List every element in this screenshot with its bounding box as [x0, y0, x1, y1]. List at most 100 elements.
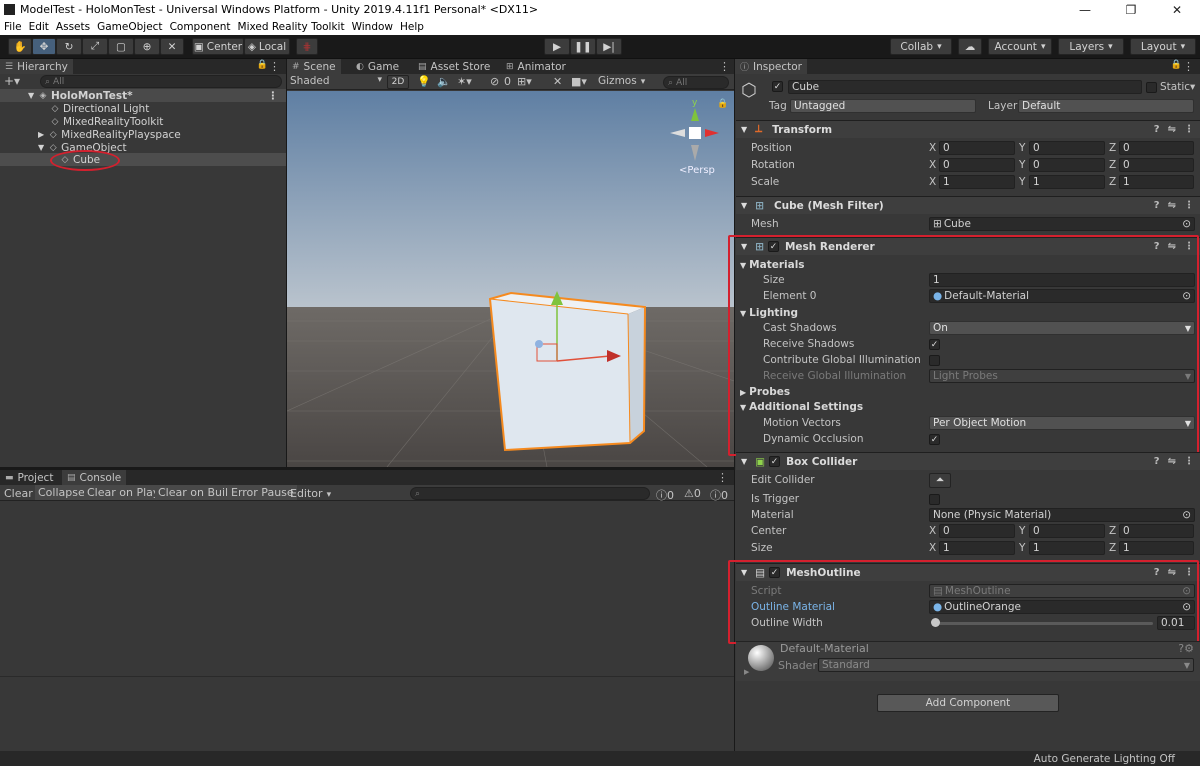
collapse-button[interactable]: Collapse: [35, 485, 88, 500]
axis-y-field[interactable]: 1: [1029, 541, 1105, 555]
cube-object[interactable]: [488, 291, 647, 452]
tab-inspector[interactable]: ⓘ Inspector: [735, 59, 807, 74]
object-picker-icon[interactable]: ⊙: [1182, 509, 1191, 521]
effects-icon[interactable]: ✶▾: [457, 75, 472, 88]
pause-button[interactable]: ❚❚: [570, 38, 596, 55]
expand-arrow-icon[interactable]: ▼: [28, 91, 34, 100]
tab-scene[interactable]: # Scene: [287, 59, 341, 74]
menu-icon[interactable]: ⋮: [1184, 456, 1194, 467]
scene-menu-icon[interactable]: ⋮: [268, 90, 279, 102]
pivot-local-button[interactable]: ◈ Local: [244, 38, 290, 55]
menu-icon[interactable]: ⋮: [1184, 200, 1194, 211]
more-icon[interactable]: ⋮: [269, 60, 280, 73]
axis-x-field[interactable]: 0: [939, 158, 1015, 172]
tag-dropdown[interactable]: Untagged: [790, 99, 976, 113]
maximize-icon[interactable]: ❐: [1108, 0, 1154, 19]
warning-count-toggle[interactable]: ⚠0: [684, 487, 701, 500]
collider-header[interactable]: ▼ ▣ ✓ Box Collider ? ⇋ ⋮: [736, 452, 1200, 470]
expand-arrow-icon[interactable]: ▼: [741, 125, 747, 134]
expand-arrow-icon[interactable]: ▼: [38, 143, 44, 152]
custom-tool-icon[interactable]: ✕: [160, 38, 184, 55]
menu-help[interactable]: Help: [400, 21, 424, 33]
add-icon[interactable]: +▾: [4, 74, 20, 88]
scene-search-input[interactable]: ⌕ All: [663, 76, 729, 89]
preset-icon[interactable]: ⇋: [1168, 456, 1176, 467]
menu-file[interactable]: File: [4, 21, 22, 33]
layout-dropdown[interactable]: Layout: [1130, 38, 1196, 55]
expand-arrow-icon[interactable]: ▶: [38, 130, 44, 139]
more-icon[interactable]: ⋮: [719, 60, 730, 73]
material-help-icon[interactable]: ?⚙: [1178, 642, 1194, 655]
mode-2d-button[interactable]: 2D: [387, 75, 409, 89]
hand-tool-icon[interactable]: ✋: [8, 38, 32, 55]
perspective-label[interactable]: <Persp: [679, 165, 715, 176]
transform-header[interactable]: ▼ ⟂ Transform ? ⇋ ⋮: [736, 120, 1200, 138]
menu-assets[interactable]: Assets: [56, 21, 90, 33]
axis-y-field[interactable]: 0: [1029, 158, 1105, 172]
hidden-objects-icon[interactable]: ⊘: [490, 75, 499, 88]
hierarchy-item-selected[interactable]: ◇ Cube: [0, 153, 286, 166]
light-icon[interactable]: 💡: [417, 75, 431, 88]
more-icon[interactable]: ⋮: [1183, 60, 1194, 73]
shader-dropdown[interactable]: Standard ▼: [818, 658, 1194, 672]
edit-collider-icon[interactable]: ⏶: [929, 473, 951, 488]
move-tool-icon[interactable]: ✥: [32, 38, 56, 55]
collider-enabled-checkbox[interactable]: ✓: [769, 456, 781, 467]
menu-window[interactable]: Window: [352, 21, 393, 33]
step-button[interactable]: ▶|: [596, 38, 622, 55]
static-dropdown[interactable]: Static▾: [1160, 81, 1195, 93]
tab-game[interactable]: ◐ Game: [351, 59, 404, 74]
is-trigger-checkbox[interactable]: [929, 494, 940, 505]
tab-hierarchy[interactable]: ☰ Hierarchy: [0, 59, 73, 74]
preset-icon[interactable]: ⇋: [1168, 200, 1176, 211]
gizmos-dropdown[interactable]: Gizmos: [598, 75, 645, 89]
axis-x-field[interactable]: 1: [939, 175, 1015, 189]
clear-button[interactable]: Clear: [4, 487, 33, 500]
scene-viewport[interactable]: y <Persp 🔒: [287, 91, 734, 467]
expand-arrow-icon[interactable]: ▼: [741, 457, 747, 466]
axis-y-field[interactable]: 0: [1029, 524, 1105, 538]
error-pause-button[interactable]: Error Pause: [228, 485, 297, 500]
axis-x-field[interactable]: 0: [939, 524, 1015, 538]
minimize-icon[interactable]: —: [1062, 0, 1108, 19]
menu-edit[interactable]: Edit: [29, 21, 49, 33]
axis-y-field[interactable]: 0: [1029, 141, 1105, 155]
hierarchy-item[interactable]: ▶ ◇ MixedRealityPlayspace: [0, 128, 286, 141]
menu-component[interactable]: Component: [170, 21, 231, 33]
layers-dropdown[interactable]: Layers: [1058, 38, 1124, 55]
close-icon[interactable]: ✕: [1154, 0, 1200, 19]
tab-project[interactable]: ▬ Project: [0, 470, 58, 485]
grid-snap-icon[interactable]: ⋕: [296, 38, 318, 55]
hierarchy-search-input[interactable]: ⌕ All: [40, 75, 282, 88]
console-search-input[interactable]: ⌕: [410, 487, 650, 500]
menu-icon[interactable]: ⋮: [1184, 124, 1194, 135]
tab-asset-store[interactable]: ▤ Asset Store: [413, 59, 495, 74]
meshfilter-header[interactable]: ▼ ⊞ Cube (Mesh Filter) ? ⇋ ⋮: [736, 196, 1200, 214]
info-count-toggle[interactable]: ⓘ0: [656, 487, 674, 503]
scene-row[interactable]: ▼ ◈ HoloMonTest* ⋮: [0, 89, 286, 102]
axis-x-field[interactable]: 0: [939, 141, 1015, 155]
play-button[interactable]: ▶: [544, 38, 570, 55]
editor-dropdown[interactable]: Editor: [290, 487, 331, 500]
pivot-center-button[interactable]: ▣ Center: [192, 38, 244, 55]
static-checkbox[interactable]: [1146, 82, 1157, 93]
add-component-button[interactable]: Add Component: [877, 694, 1059, 712]
grid-icon[interactable]: ⊞▾: [517, 75, 532, 88]
scale-tool-icon[interactable]: ⤢: [82, 38, 108, 55]
help-icon[interactable]: ?: [1154, 200, 1160, 211]
cloud-icon[interactable]: ☁: [958, 38, 982, 55]
clear-on-build-button[interactable]: Clear on Build: [155, 485, 239, 500]
menu-gameobject[interactable]: GameObject: [97, 21, 162, 33]
shading-dropdown[interactable]: Shaded: [290, 75, 382, 89]
scene-lock-icon[interactable]: 🔒: [717, 98, 728, 109]
account-dropdown[interactable]: Account: [988, 38, 1052, 55]
axis-x-field[interactable]: 1: [939, 541, 1015, 555]
axis-z-field[interactable]: 0: [1119, 141, 1194, 155]
menu-mrtk[interactable]: Mixed Reality Toolkit: [238, 21, 345, 33]
tools-icon[interactable]: ✕: [553, 75, 562, 88]
hierarchy-item[interactable]: ◇ MixedRealityToolkit: [0, 115, 286, 128]
tab-console[interactable]: ▤ Console: [62, 470, 127, 485]
rect-tool-icon[interactable]: ▢: [108, 38, 134, 55]
preset-icon[interactable]: ⇋: [1168, 124, 1176, 135]
error-count-toggle[interactable]: ⓘ0: [710, 487, 728, 503]
